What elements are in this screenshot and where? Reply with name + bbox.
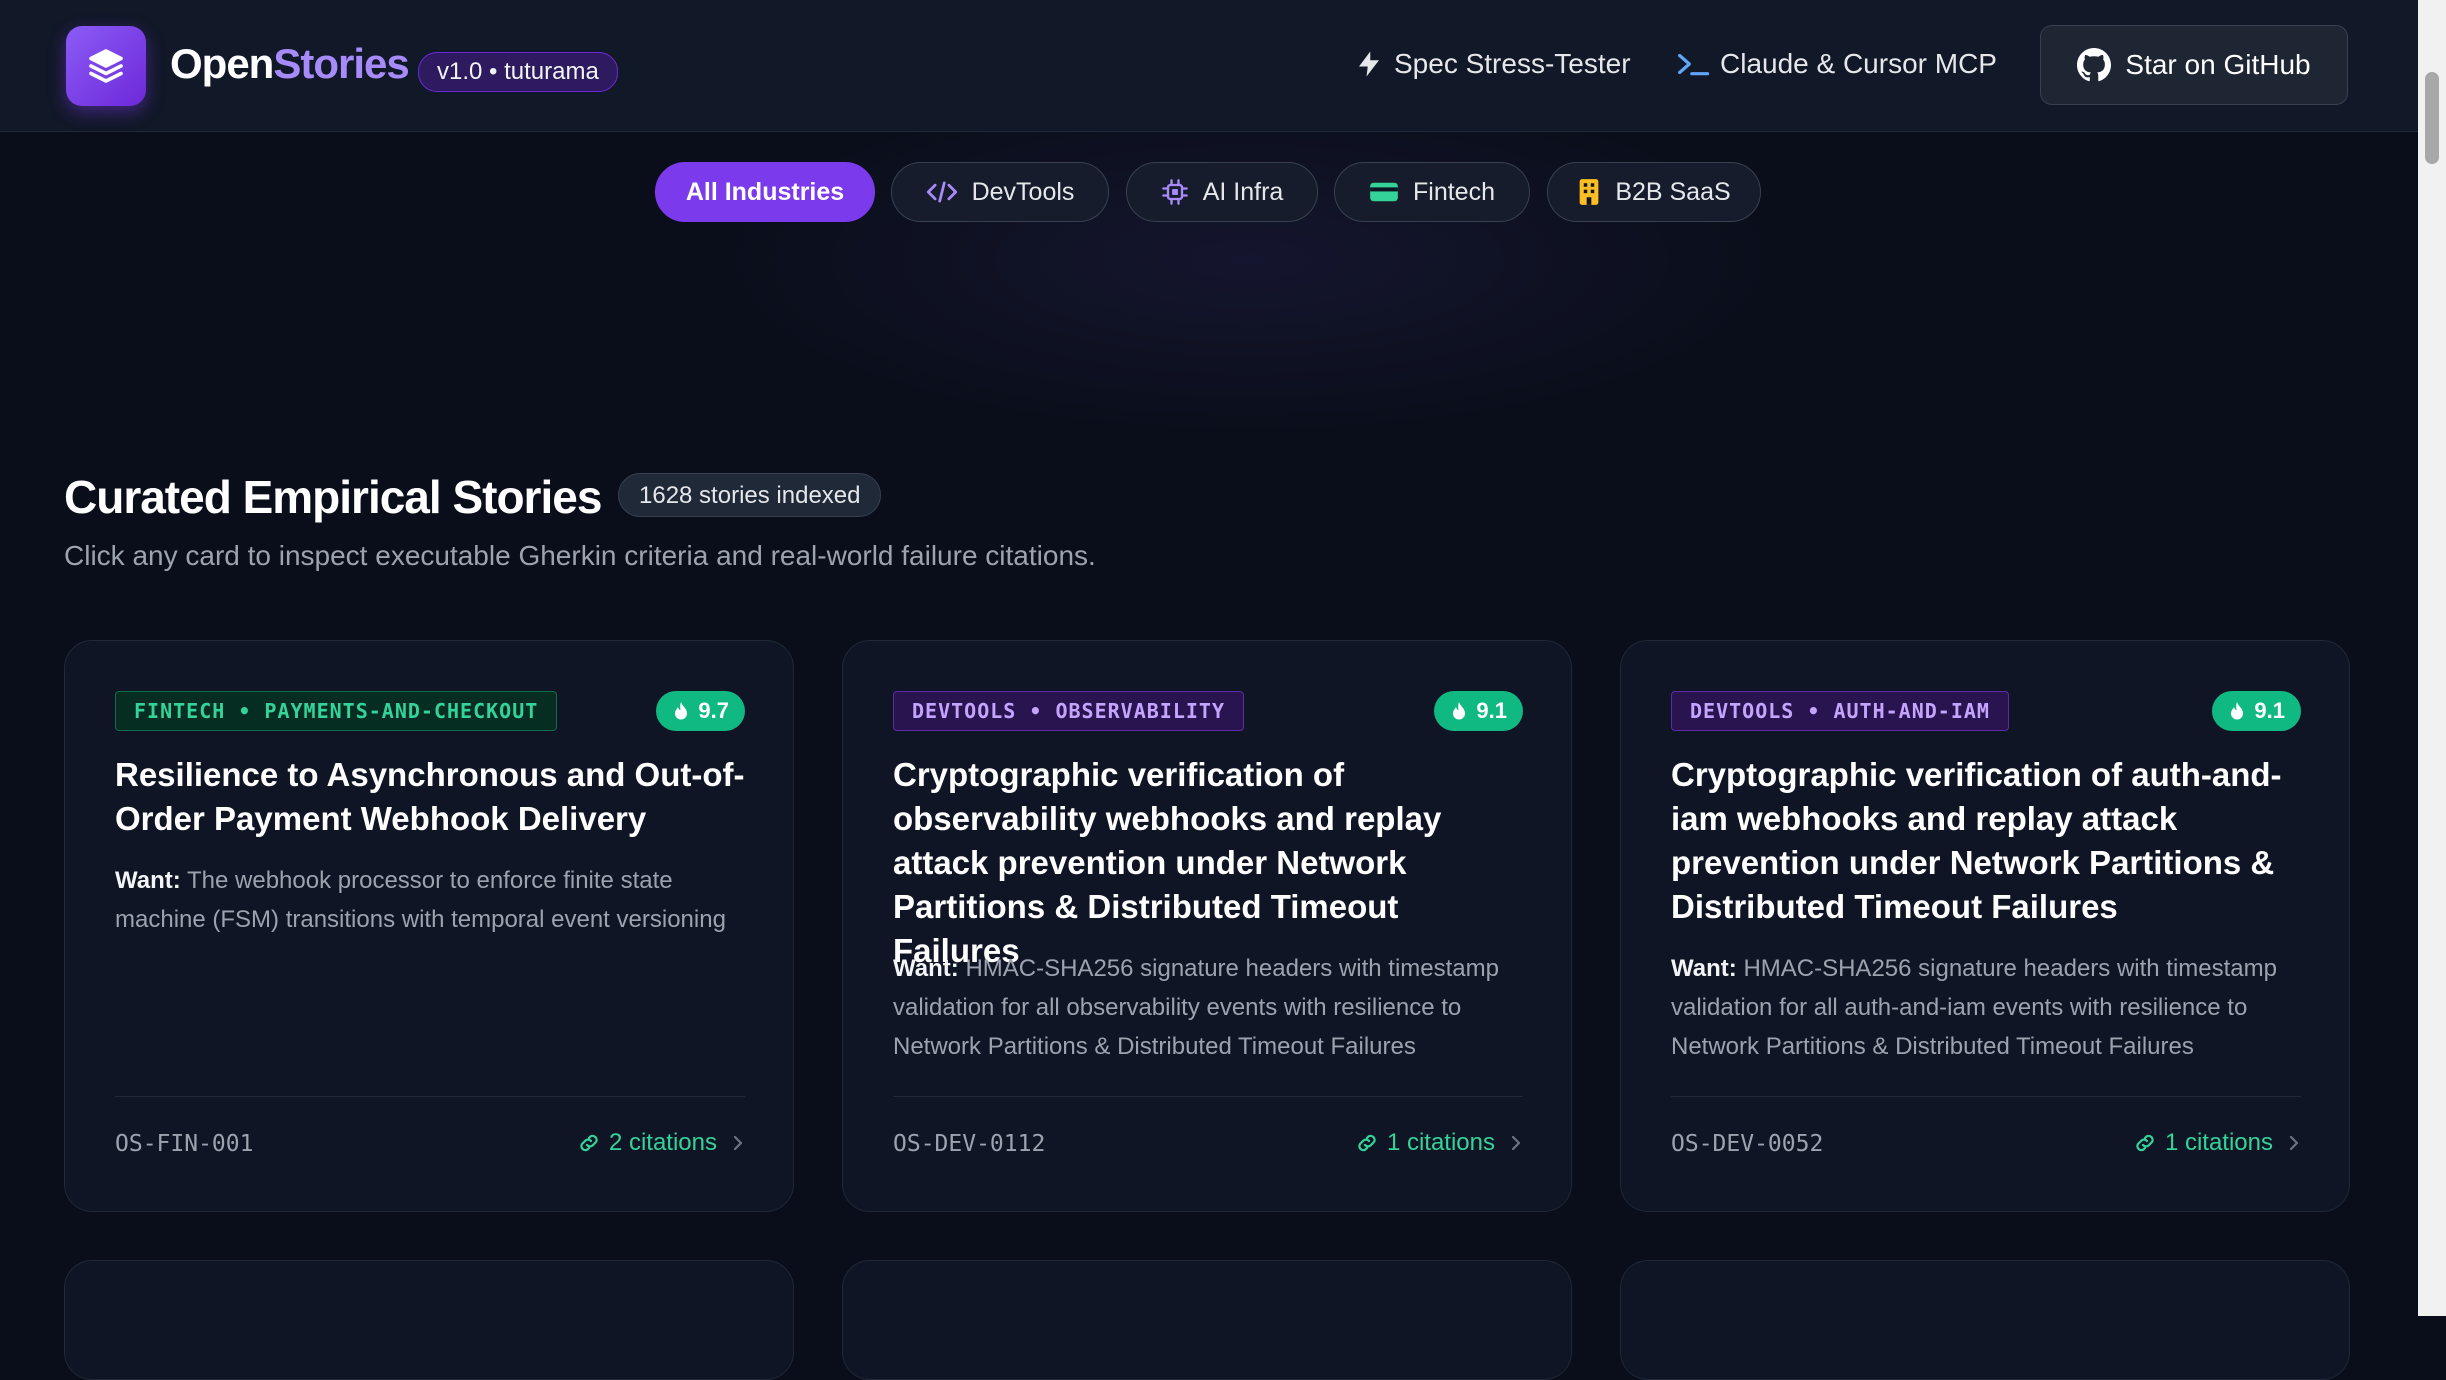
want-text: The webhook processor to enforce finite … xyxy=(115,867,726,933)
score-value: 9.1 xyxy=(1476,698,1507,723)
story-card-next-row[interactable] xyxy=(1620,1260,2350,1380)
star-on-github-button[interactable]: Star on GitHub xyxy=(2040,25,2348,105)
nav-link-claude-cursor-mcp[interactable]: Claude & Cursor MCP xyxy=(1676,44,1997,84)
story-card-next-row[interactable] xyxy=(842,1260,1572,1380)
card-title: Resilience to Asynchronous and Out-of-Or… xyxy=(115,756,745,837)
want-text: HMAC-SHA256 signature headers with times… xyxy=(893,955,1499,1060)
flame-icon xyxy=(2231,702,2244,720)
citations-link[interactable]: 1 citations xyxy=(2133,1129,2301,1157)
filter-all-industries[interactable]: All Industries xyxy=(655,162,875,222)
story-id: OS-DEV-0112 xyxy=(893,1131,1046,1157)
brand-part-stories: Stories xyxy=(273,40,409,87)
story-card[interactable]: DEVTOOLS • OBSERVABILITY 9.1 Cryptograph… xyxy=(842,640,1572,1212)
want-label: Want: xyxy=(893,955,959,982)
score-badge: 9.1 xyxy=(1434,691,1523,731)
citations-link[interactable]: 2 citations xyxy=(577,1129,745,1157)
filter-label: Fintech xyxy=(1413,177,1495,206)
card-title: Cryptographic verification of auth-and-i… xyxy=(1671,756,2282,925)
code-icon xyxy=(926,181,957,203)
industry-tag: FINTECH • PAYMENTS-AND-CHECKOUT xyxy=(115,691,558,731)
story-card-next-row[interactable] xyxy=(64,1260,794,1380)
flame-icon xyxy=(1453,702,1466,720)
story-id: OS-FIN-001 xyxy=(115,1131,254,1157)
card-divider xyxy=(893,1096,1523,1097)
citations-label: 1 citations xyxy=(1386,1129,1495,1156)
score-badge: 9.7 xyxy=(656,691,745,731)
card-want: Want: HMAC-SHA256 signature headers with… xyxy=(1671,949,2301,1066)
brand-part-open: Open xyxy=(170,40,274,87)
filter-label: AI Infra xyxy=(1202,177,1284,206)
citations-link[interactable]: 1 citations xyxy=(1355,1129,1523,1157)
filter-b2b-saas[interactable]: B2B SaaS xyxy=(1547,162,1761,222)
filter-fintech[interactable]: Fintech xyxy=(1334,162,1530,222)
chevron-right-icon xyxy=(1511,1135,1521,1151)
link-icon xyxy=(2136,1134,2154,1152)
brand-name[interactable]: OpenStories xyxy=(170,40,410,88)
background-glow xyxy=(700,80,1800,440)
score-value: 9.1 xyxy=(2254,698,2285,723)
logo[interactable] xyxy=(66,26,146,106)
card-divider xyxy=(115,1096,745,1097)
nav-link-spec-stress-tester[interactable]: Spec Stress-Tester xyxy=(1354,44,1631,84)
filter-label: B2B SaaS xyxy=(1615,177,1731,206)
version-badge: v1.0 • tuturama xyxy=(418,52,618,92)
top-nav-bar: OpenStories v1.0 • tuturama Spec Stress-… xyxy=(0,0,2418,132)
nav-link-label: Claude & Cursor MCP xyxy=(1720,48,1997,79)
stories-count-badge: 1628 stories indexed xyxy=(618,473,882,517)
section-subtitle: Click any card to inspect executable Ghe… xyxy=(64,540,1096,571)
link-icon xyxy=(1358,1134,1376,1152)
story-card[interactable]: DEVTOOLS • AUTH-AND-IAM 9.1 Cryptographi… xyxy=(1620,640,2350,1212)
credit-card-icon xyxy=(1370,182,1398,202)
filter-label: All Industries xyxy=(685,177,845,206)
citations-label: 1 citations xyxy=(2164,1129,2273,1156)
want-label: Want: xyxy=(115,867,181,894)
chevron-right-icon xyxy=(2289,1135,2299,1151)
github-button-label: Star on GitHub xyxy=(2125,49,2311,80)
card-want: Want: HMAC-SHA256 signature headers with… xyxy=(893,949,1523,1066)
filter-label: DevTools xyxy=(971,177,1075,206)
flame-icon xyxy=(675,702,688,720)
chevron-right-icon xyxy=(733,1135,743,1151)
industry-tag: DEVTOOLS • AUTH-AND-IAM xyxy=(1671,691,2009,731)
filter-devtools[interactable]: DevTools xyxy=(891,162,1109,222)
industry-tag: DEVTOOLS • OBSERVABILITY xyxy=(893,691,1244,731)
score-badge: 9.1 xyxy=(2212,691,2301,731)
story-card[interactable]: FINTECH • PAYMENTS-AND-CHECKOUT 9.7 Resi… xyxy=(64,640,794,1212)
citations-label: 2 citations xyxy=(608,1129,717,1156)
nav-link-label: Spec Stress-Tester xyxy=(1394,48,1631,79)
card-title: Cryptographic verification of observabil… xyxy=(893,756,1442,969)
want-label: Want: xyxy=(1671,955,1737,982)
filter-ai-infra[interactable]: AI Infra xyxy=(1126,162,1318,222)
card-divider xyxy=(1671,1096,2301,1097)
score-value: 9.7 xyxy=(698,698,729,723)
card-want: Want: The webhook processor to enforce f… xyxy=(115,861,745,939)
lightning-icon xyxy=(1359,51,1379,77)
link-icon xyxy=(580,1134,598,1152)
terminal-icon xyxy=(1678,53,1710,76)
story-id: OS-DEV-0052 xyxy=(1671,1131,1824,1157)
building-icon xyxy=(1579,179,1599,205)
github-icon xyxy=(2077,48,2112,82)
page-scrollbar[interactable] xyxy=(2418,0,2446,1316)
scrollbar-thumb[interactable] xyxy=(2425,72,2439,164)
section-title: Curated Empirical Stories xyxy=(64,471,602,523)
chip-icon xyxy=(1161,179,1188,205)
layers-icon xyxy=(89,49,123,83)
want-text: HMAC-SHA256 signature headers with times… xyxy=(1671,955,2277,1060)
